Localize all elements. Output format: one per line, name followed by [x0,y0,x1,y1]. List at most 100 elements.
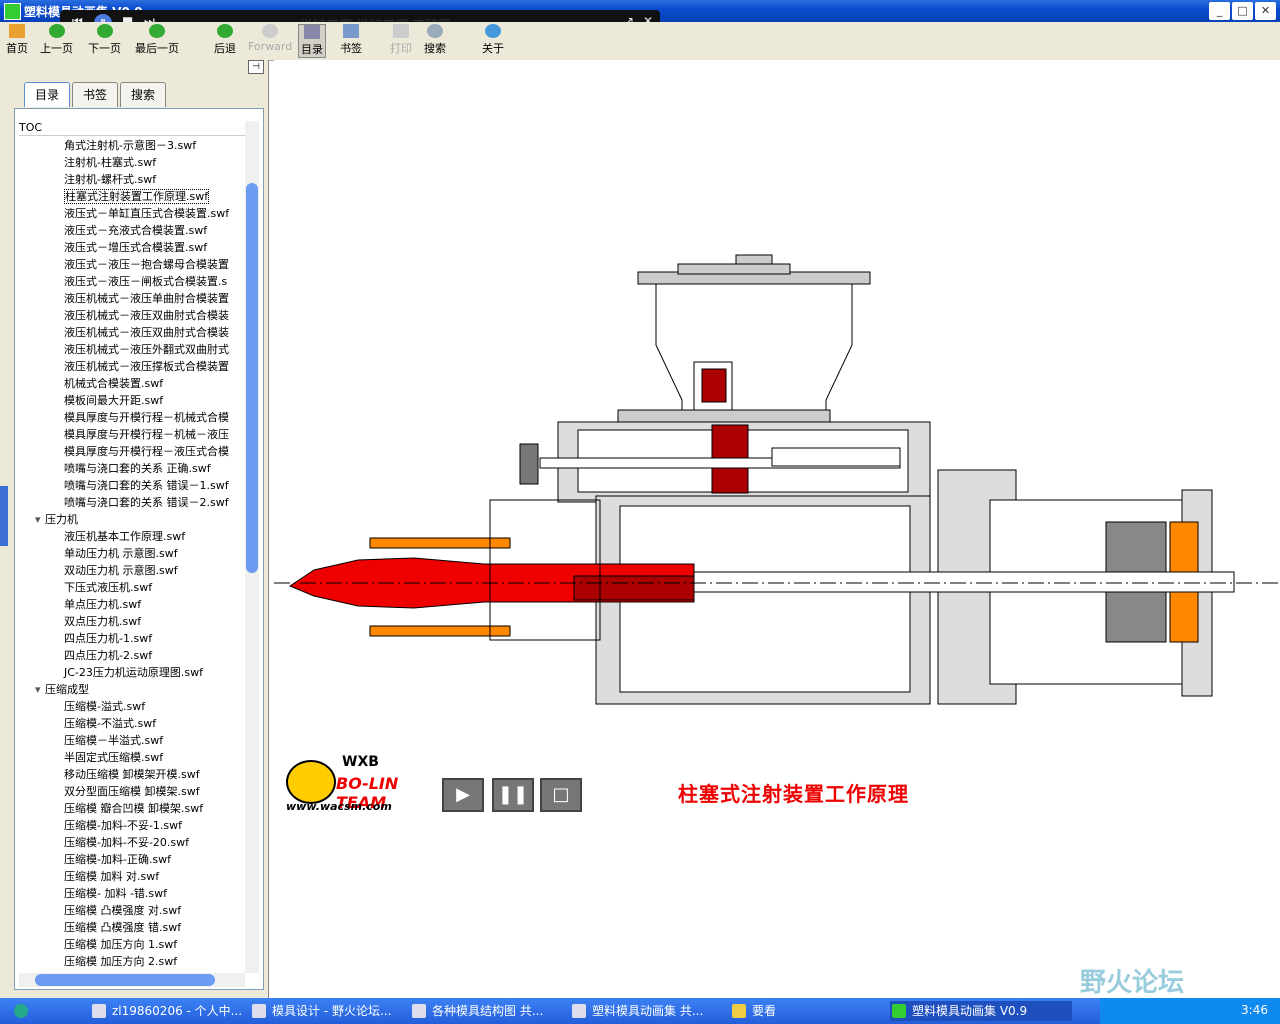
scroll-thumb[interactable] [246,183,258,573]
toc-item[interactable]: 压缩模－半溢式.swf [19,732,245,749]
toc-item[interactable]: 双点压力机.swf [19,613,245,630]
sidebar-splitter[interactable] [0,486,8,546]
toc-item[interactable]: 模具厚度与开模行程－机械－液压 [19,426,245,443]
toc-item[interactable]: 喷嘴与浇口套的关系 错误－1.swf [19,477,245,494]
stop-button[interactable]: □ [540,778,582,812]
taskbar-item-4[interactable]: 塑料模具动画集 共... [570,1001,742,1021]
toc-item[interactable]: 压缩模-加料-不妥-1.swf [19,817,245,834]
toc-item[interactable]: 模板间最大开距.swf [19,392,245,409]
forum-watermark: 野火论坛 [1080,968,1185,998]
toc-item[interactable]: 压缩模 加压方向 2.swf [19,953,245,970]
toc-item[interactable]: 液压机械式－液压外翻式双曲肘式 [19,341,245,358]
toc-item[interactable]: 单动压力机 示意图.swf [19,545,245,562]
toc-item[interactable]: 双分型面压缩模 卸模架.swf [19,783,245,800]
toc-item[interactable]: 压缩模 加料 对.swf [19,868,245,885]
play-button[interactable]: ▶ [442,778,484,812]
toc-item-label: 液压机械式－液压双曲肘式合模装 [64,326,229,339]
hopper-body [655,283,853,411]
next-page-button[interactable]: 下一页 [88,24,121,56]
toc-item[interactable]: 喷嘴与浇口套的关系 错误－2.swf [19,494,245,511]
tab-toc[interactable]: 目录 [24,82,71,107]
toc-item[interactable]: 液压机械式－液压单曲肘合模装置 [19,290,245,307]
toc-item[interactable]: 压缩模 凸模强度 错.swf [19,919,245,936]
toc-item-label: 液压式－充液式合模装置.swf [64,224,208,237]
toc-item[interactable]: 机械式合模装置.swf [19,375,245,392]
bookmark-button[interactable]: 书签 [340,24,362,56]
toc-item[interactable]: 模具厚度与开模行程－液压式合模 [19,443,245,460]
pause-icon: ❚❚ [497,784,529,805]
toc-item[interactable]: 柱塞式注射装置工作原理.swf [19,188,245,205]
maximize-button[interactable]: □ [1232,2,1253,20]
pause-button[interactable]: ❚❚ [492,778,534,812]
toc-item[interactable]: 液压式－充液式合模装置.swf [19,222,245,239]
toc-item-label: 液压式－单缸直压式合模装置.swf [64,207,230,220]
toc-item[interactable]: 压缩模- 加料 -错.swf [19,885,245,902]
toc-vertical-scrollbar[interactable] [245,121,259,973]
toc-item[interactable]: 液压式－单缸直压式合模装置.swf [19,205,245,222]
animation-area: WXB BO-LIN TEAM www.wacsm.com ▶ ❚❚ □ 柱塞式… [274,60,1280,998]
collapse-icon[interactable]: ▾ [35,511,45,528]
toc-item[interactable]: 喷嘴与浇口套的关系 正确.swf [19,460,245,477]
hscroll-thumb[interactable] [35,974,215,986]
print-button[interactable]: 打印 [390,24,412,56]
toc-item[interactable]: 半固定式压缩模.swf [19,749,245,766]
toc-item[interactable]: 压缩模 瓣合凹模 卸模架.swf [19,800,245,817]
start-icon[interactable] [12,1001,28,1021]
taskbar-item-5[interactable]: 要看 [730,1001,902,1021]
toc-item-label: 注射机-柱塞式.swf [64,156,157,169]
toc-item[interactable]: JC-23压力机运动原理图.swf [19,664,245,681]
toc-item[interactable]: 液压机械式－液压撑板式合模装置 [19,358,245,375]
taskbar-item-1[interactable]: zl19860206 - 个人中... [90,1001,262,1021]
toc-header: TOC [19,121,245,136]
toc-panel: TOC 角式注射机-示意图－3.swf 注射机-柱塞式.swf 注射机-螺杆式.sw… [14,108,264,990]
pin-icon[interactable]: ⊣ [248,60,264,74]
plastic-pellets [701,368,727,403]
toc-item[interactable]: 压缩模 凸模强度 对.swf [19,902,245,919]
toc-item[interactable]: 模具厚度与开模行程－机械式合模 [19,409,245,426]
toc-item[interactable]: 移动压缩模 卸模架开模.swf [19,766,245,783]
minimize-button[interactable]: _ [1209,2,1230,20]
taskbar-item-6[interactable]: 塑料模具动画集 V0.9 [890,1001,1072,1021]
toc-item-label: 压缩模 加料 对.swf [64,870,160,883]
toc-item[interactable]: 四点压力机-2.swf [19,647,245,664]
toc-item[interactable]: 注射机-螺杆式.swf [19,171,245,188]
toc-item[interactable]: 液压式－液压－抱合螺母合模装置 [19,256,245,273]
back-button[interactable]: 后退 [214,24,236,56]
home-button[interactable]: 首页 [6,24,28,56]
animation-caption: 柱塞式注射装置工作原理 [678,782,909,806]
last-page-button[interactable]: 最后一页 [135,24,179,56]
tab-bookmark[interactable]: 书签 [72,82,119,107]
taskbar-item-3[interactable]: 各种模具结构图 共... [410,1001,582,1021]
toc-item[interactable]: 压缩模 加压方向 1.swf [19,936,245,953]
toc-horizontal-scrollbar[interactable] [19,973,245,987]
toc-item[interactable]: 单点压力机.swf [19,596,245,613]
toc-item[interactable]: 液压机械式－液压双曲肘式合模装 [19,307,245,324]
tab-search[interactable]: 搜索 [120,82,167,107]
toc-item[interactable]: 角式注射机-示意图－3.swf [19,137,245,154]
toc-item[interactable]: 四点压力机-1.swf [19,630,245,647]
toc-button[interactable]: 目录 [298,24,326,58]
search-button[interactable]: 搜索 [424,24,446,56]
toc-item[interactable]: 压缩模-加料-不妥-20.swf [19,834,245,851]
toc-item[interactable]: 液压式－液压－闸板式合模装置.s [19,273,245,290]
toc-folder[interactable]: ▾ 压力机 [19,511,245,528]
toc-item[interactable]: 液压式－增压式合模装置.swf [19,239,245,256]
toc-item[interactable]: 液压机基本工作原理.swf [19,528,245,545]
collapse-icon[interactable]: ▾ [35,681,45,698]
close-button[interactable]: ✕ [1255,2,1276,20]
forward-button[interactable]: Forward [248,24,292,53]
toc-item[interactable]: 液压机械式－液压双曲肘式合模装 [19,324,245,341]
toc-item-label: 压缩模-加料-正确.swf [64,853,172,866]
toc-item[interactable]: 压缩模-加料-正确.swf [19,851,245,868]
toc-item[interactable]: 注射机-柱塞式.swf [19,154,245,171]
toc-item-label: 模具厚度与开模行程－机械－液压 [64,428,229,441]
toc-item[interactable]: 下压式液压机.swf [19,579,245,596]
toc-item[interactable]: 压缩模-溢式.swf [19,698,245,715]
about-button[interactable]: 关于 [482,24,504,56]
prev-page-button[interactable]: 上一页 [40,24,73,56]
toc-item[interactable]: 双动压力机 示意图.swf [19,562,245,579]
toc-folder[interactable]: ▾ 压缩成型 [19,681,245,698]
app-icon [4,3,21,20]
toc-item[interactable]: 压缩模-不溢式.swf [19,715,245,732]
taskbar-item-2[interactable]: 模具设计 - 野火论坛... [250,1001,422,1021]
